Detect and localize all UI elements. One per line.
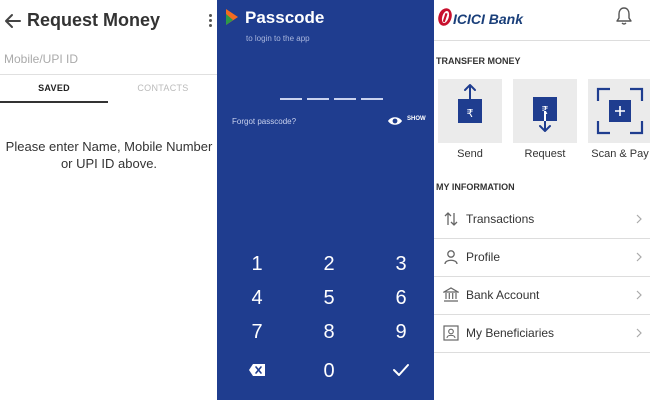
header: Request Money [0,0,217,44]
bank-account-label: Bank Account [466,288,540,302]
keypad-key-0[interactable]: 0 [304,357,354,385]
icici-logo-icon [438,8,452,26]
passcode-digit-slot [361,98,383,100]
contact-card-icon [443,325,459,341]
page-title: Request Money [27,10,161,30]
send-label: Send [457,148,483,160]
app-logo-icon [226,9,238,25]
arrows-icon [444,212,458,226]
chevron-right-icon [636,290,642,300]
keypad-key-2[interactable]: 2 [304,250,354,278]
keypad-key-1[interactable]: 1 [232,250,282,278]
person-icon [444,250,458,265]
scan-icon [596,87,644,135]
backspace-icon [249,364,265,376]
chevron-right-icon [636,214,642,224]
profile-label: Profile [466,250,501,264]
mobile-upi-input[interactable] [4,50,209,68]
request-money-screen: Request Money SAVED CONTACTS Please ente… [0,0,217,400]
submit-key[interactable] [376,357,426,385]
my-beneficiaries-row[interactable]: My Beneficiaries [434,314,650,352]
eye-icon [388,117,402,125]
transactions-label: Transactions [466,212,535,226]
tab-bar: SAVED CONTACTS [0,74,217,103]
chevron-right-icon [636,328,642,338]
bank-icon [443,287,459,302]
keypad-key-8[interactable]: 8 [304,318,354,346]
passcode-screen: Passcode to login to the app Forgot pass… [217,0,434,400]
more-options-icon[interactable] [206,14,214,30]
send-icon: ₹ [458,84,482,123]
icici-logo: ICICI Bank [436,5,546,29]
page-title: Passcode [245,8,325,27]
page-subtitle: to login to the app [246,34,310,43]
backspace-key[interactable] [232,357,282,385]
show-label: SHOW [407,116,426,122]
my-beneficiaries-label: My Beneficiaries [466,326,555,340]
scan-pay-card[interactable] [588,79,650,143]
divider [434,352,650,353]
keypad-key-7[interactable]: 7 [232,318,282,346]
send-card[interactable]: ₹ [438,79,502,143]
chevron-right-icon [636,252,642,262]
my-information-heading: MY INFORMATION [436,182,515,192]
scan-pay-label: Scan & Pay [591,148,649,160]
keypad-key-4[interactable]: 4 [232,284,282,312]
request-icon: ₹ [533,97,557,132]
keypad-key-5[interactable]: 5 [304,284,354,312]
keypad-key-3[interactable]: 3 [376,250,426,278]
transactions-row[interactable]: Transactions [434,200,650,238]
svg-text:₹: ₹ [467,107,474,120]
request-card[interactable]: ₹ [513,79,577,143]
divider [434,40,650,41]
icici-home-screen: ICICI Bank TRANSFER MONEY ₹ Send ₹ Reque… [434,0,650,400]
passcode-digit-slot [280,98,302,100]
passcode-digit-slot [307,98,329,100]
back-arrow-icon[interactable] [4,10,22,32]
keypad-key-6[interactable]: 6 [376,284,426,312]
checkmark-icon [393,364,409,376]
bank-account-row[interactable]: Bank Account [434,276,650,314]
tab-saved[interactable]: SAVED [0,75,108,103]
request-label: Request [524,148,566,160]
tab-contacts[interactable]: CONTACTS [109,75,217,103]
show-passcode-toggle[interactable]: SHOW [387,114,433,128]
forgot-passcode-link[interactable]: Forgot passcode? [232,117,296,126]
bell-icon[interactable] [616,6,632,26]
transfer-money-heading: TRANSFER MONEY [436,56,521,66]
keypad-key-9[interactable]: 9 [376,318,426,346]
empty-state-message: Please enter Name, Mobile Number or UPI … [5,139,213,171]
profile-row[interactable]: Profile [434,238,650,276]
bank-name: ICICI Bank [453,11,524,27]
passcode-digit-slot [334,98,356,100]
